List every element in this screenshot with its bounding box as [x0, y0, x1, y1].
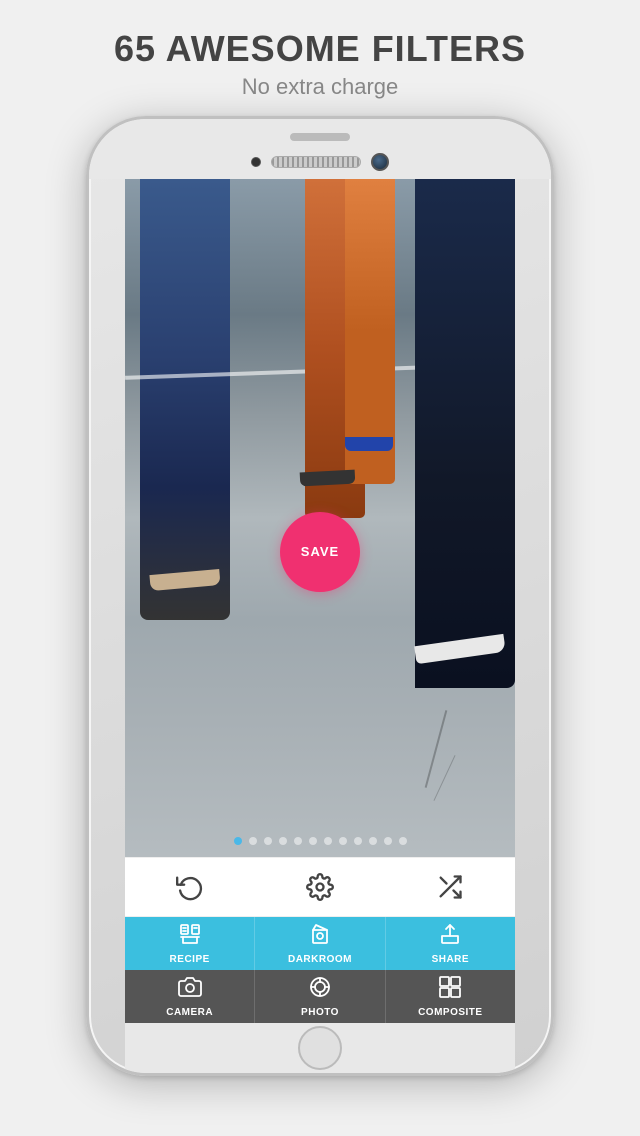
person-mid-shoe2: [345, 437, 393, 451]
camera-label: CAMERA: [166, 1007, 213, 1018]
filter-dots: [125, 837, 515, 845]
phone-top: [89, 119, 551, 179]
sleep-indicator: [290, 133, 350, 141]
photo-label: PHOTO: [301, 1007, 339, 1018]
filter-dot-6[interactable]: [324, 837, 332, 845]
person-mid-shoe1: [300, 469, 356, 486]
undo-button[interactable]: [160, 862, 220, 912]
shuffle-button[interactable]: [420, 862, 480, 912]
tab-share[interactable]: SHARE: [385, 917, 515, 970]
share-label: SHARE: [432, 954, 470, 965]
home-indicator-area: [125, 1023, 515, 1073]
darkroom-icon: [308, 922, 332, 950]
filter-dot-2[interactable]: [264, 837, 272, 845]
tab-photo[interactable]: PHOTO: [254, 970, 384, 1023]
composite-icon: [438, 975, 462, 1003]
undo-icon: [176, 873, 204, 901]
filter-dot-7[interactable]: [339, 837, 347, 845]
tabs-bottom-row: CAMERA P: [125, 970, 515, 1023]
phone-screen: SAVE: [125, 179, 515, 1023]
filter-dot-10[interactable]: [384, 837, 392, 845]
composite-label: COMPOSITE: [418, 1007, 483, 1018]
filter-dot-1[interactable]: [249, 837, 257, 845]
filter-dot-0[interactable]: [234, 837, 242, 845]
road-crack2: [433, 755, 455, 801]
tab-darkroom[interactable]: DARKROOM: [254, 917, 384, 970]
recipe-label: RECIPE: [170, 954, 210, 965]
tab-camera[interactable]: CAMERA: [125, 970, 254, 1023]
person-left-legs: [140, 179, 230, 620]
filter-dot-3[interactable]: [279, 837, 287, 845]
header-subtitle: No extra charge: [0, 74, 640, 100]
volume-up-button[interactable]: [86, 379, 88, 427]
photo-area: SAVE: [125, 179, 515, 857]
filter-dot-4[interactable]: [294, 837, 302, 845]
photo-icon: [308, 975, 332, 1003]
darkroom-label: DARKROOM: [288, 954, 352, 965]
header-title: 65 AWESOME FILTERS: [0, 28, 640, 70]
share-icon: [438, 922, 462, 950]
home-button[interactable]: [298, 1026, 342, 1070]
tabs-top-row: RECIPE DARKROOM: [125, 917, 515, 970]
camera-lens: [371, 153, 389, 171]
phone-frame: SAVE: [86, 116, 554, 1076]
volume-down-button[interactable]: [86, 439, 88, 487]
toolbar: [125, 857, 515, 917]
filter-dot-8[interactable]: [354, 837, 362, 845]
save-button[interactable]: SAVE: [280, 512, 360, 592]
speaker-grill: [271, 156, 361, 168]
sleep-button[interactable]: [552, 319, 554, 389]
header-section: 65 AWESOME FILTERS No extra charge: [0, 0, 640, 116]
recipe-icon: [178, 922, 202, 950]
front-camera: [251, 157, 261, 167]
filter-dot-11[interactable]: [399, 837, 407, 845]
power-button[interactable]: [86, 289, 88, 349]
settings-icon: [306, 873, 334, 901]
settings-button[interactable]: [290, 862, 350, 912]
phone-camera-row: [251, 153, 389, 171]
filter-dot-9[interactable]: [369, 837, 377, 845]
camera-icon: [178, 975, 202, 1003]
shuffle-icon: [436, 873, 464, 901]
bottom-tabs: RECIPE DARKROOM: [125, 917, 515, 1023]
filter-dot-5[interactable]: [309, 837, 317, 845]
tab-recipe[interactable]: RECIPE: [125, 917, 254, 970]
person-right-legs: [415, 179, 515, 688]
tab-composite[interactable]: COMPOSITE: [385, 970, 515, 1023]
